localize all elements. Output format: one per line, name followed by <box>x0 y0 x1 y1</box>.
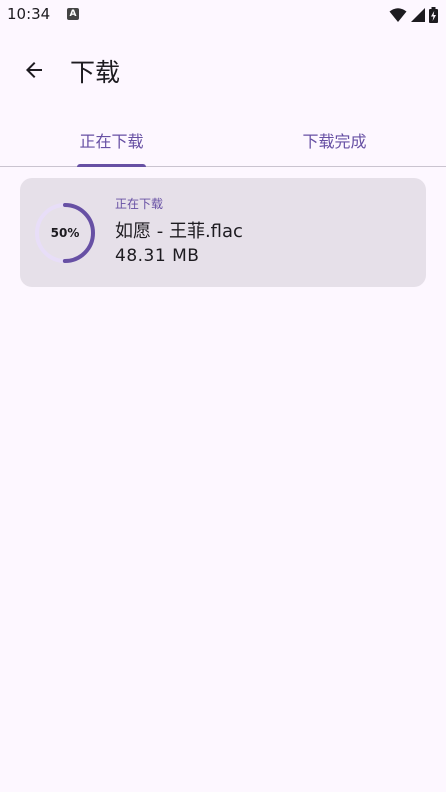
status-bar: 10:34 A <box>0 0 446 30</box>
tab-label: 正在下载 <box>79 132 144 151</box>
notification-icon: A <box>67 8 79 20</box>
battery-charging-icon <box>429 7 438 23</box>
status-icons <box>389 6 438 24</box>
tab-bar: 正在下载 下载完成 <box>0 114 446 167</box>
file-size: 48.31 MB <box>115 246 200 266</box>
page-title: 下载 <box>70 58 121 87</box>
tab-completed[interactable]: 下载完成 <box>223 114 446 166</box>
file-name: 如愿 - 王菲.flac <box>115 221 243 242</box>
back-button[interactable] <box>14 50 54 90</box>
status-time: 10:34 <box>7 5 51 23</box>
download-item[interactable]: 50% 正在下载 如愿 - 王菲.flac 48.31 MB <box>20 178 426 287</box>
download-status: 正在下载 <box>115 197 164 211</box>
wifi-icon <box>389 8 407 22</box>
arrow-back-icon <box>26 62 42 78</box>
signal-icon <box>411 8 425 22</box>
app-bar: 下载 <box>0 40 446 100</box>
progress-percent: 50% <box>50 226 80 240</box>
tab-label: 下载完成 <box>302 132 367 151</box>
tab-downloading[interactable]: 正在下载 <box>0 114 223 166</box>
tab-indicator <box>77 164 146 167</box>
